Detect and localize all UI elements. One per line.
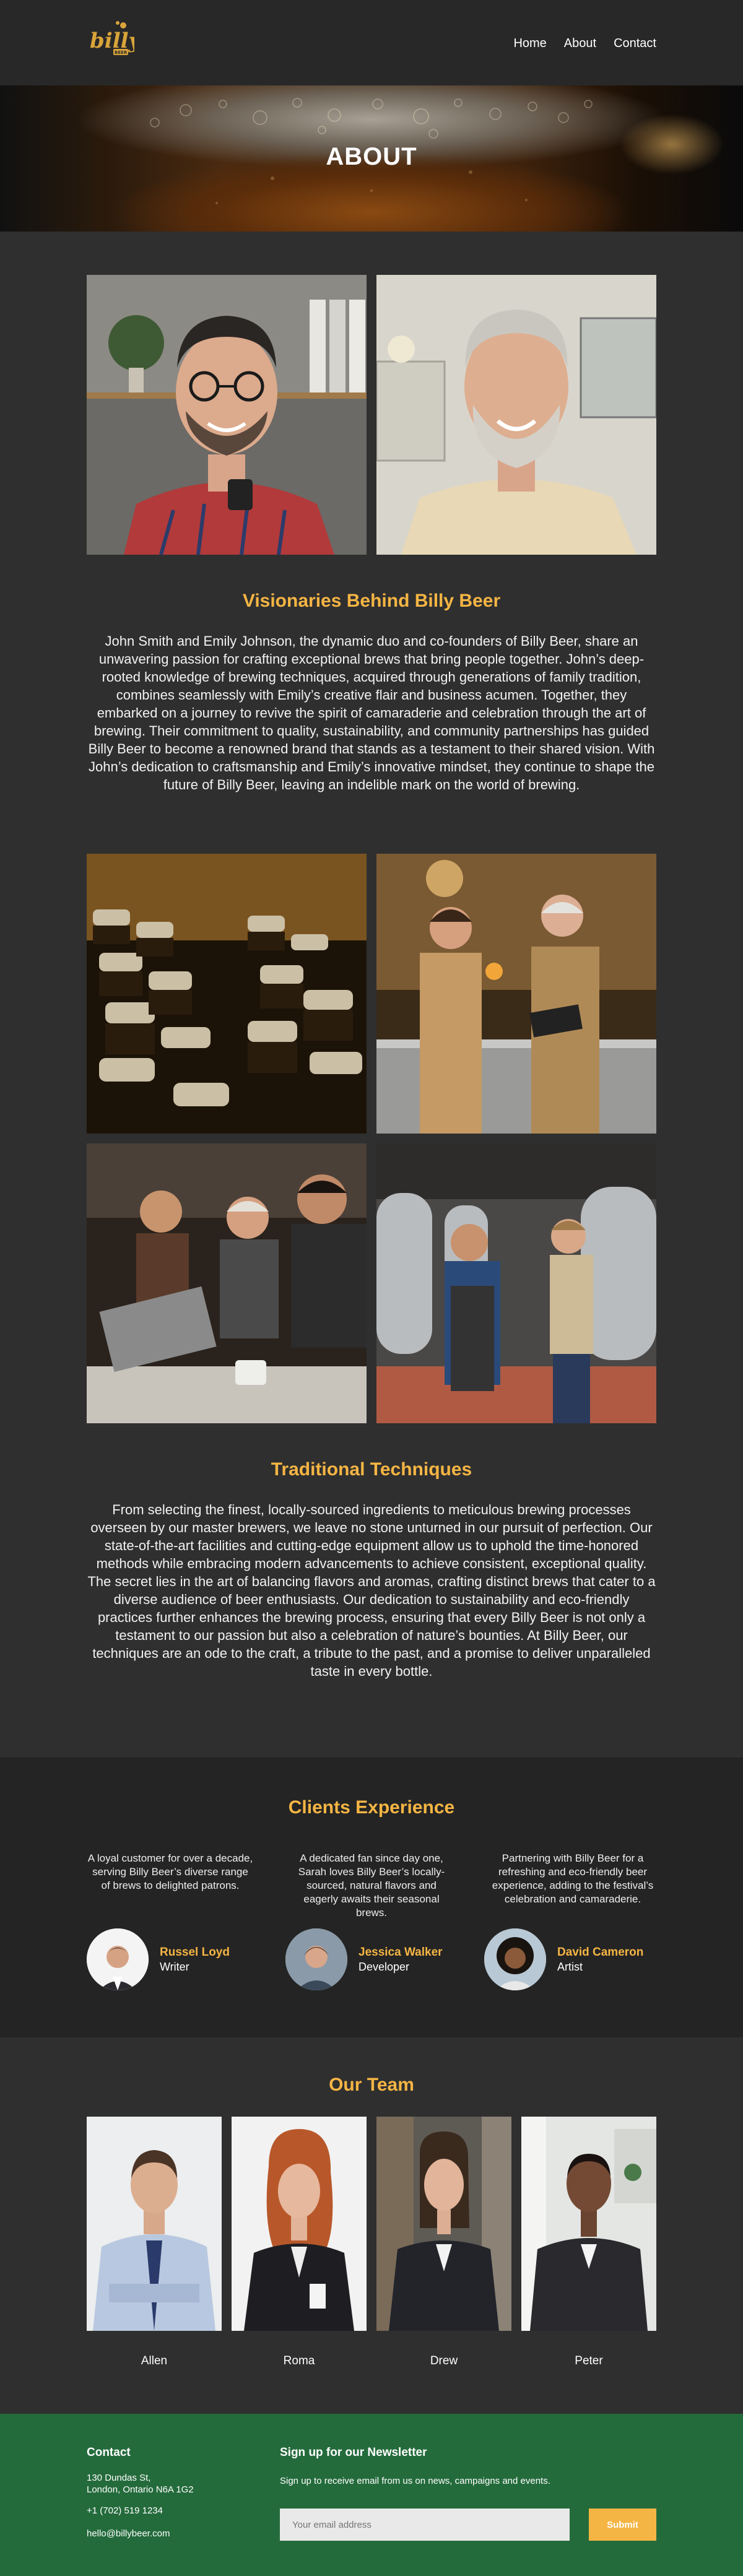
team-photo-allen [87, 2117, 222, 2331]
visionaries-heading: Visionaries Behind Billy Beer [242, 591, 501, 611]
nav-contact[interactable]: Contact [614, 37, 656, 51]
brewers-tasting-photo [376, 854, 656, 1134]
team-heading: Our Team [329, 2075, 414, 2095]
newsletter-submit-button[interactable]: Submit [589, 2509, 656, 2541]
brewery-workers-photo [376, 1143, 656, 1423]
client-name: Russel Loyd [160, 1945, 230, 1959]
avatar [285, 1928, 347, 1990]
team-member-name: Allen [141, 2354, 168, 2367]
founder-john-photo [87, 275, 367, 555]
techniques-text: From selecting the finest, locally-sourc… [87, 1502, 656, 1679]
hero-banner: ABOUT [0, 85, 743, 232]
team-photo-roma [232, 2117, 367, 2331]
phone-number[interactable]: +1 (702) 519 1234 [87, 2505, 163, 2517]
newsletter-email-input[interactable] [280, 2509, 570, 2541]
team-photo-drew [376, 2117, 511, 2331]
site-header: billy BEER Home About Contact [0, 0, 743, 85]
client-role: Developer [358, 1960, 410, 1973]
client-card: A loyal customer for over a decade, serv… [87, 1852, 254, 1893]
main-nav: Home About Contact [513, 37, 656, 51]
client-quote: A dedicated fan since day one, Sarah lov… [298, 1852, 445, 1919]
team-meeting-photo [87, 1143, 367, 1423]
email-link[interactable]: hello@billybeer.com [87, 2528, 170, 2539]
team-member-name: Roma [283, 2354, 315, 2367]
newsletter-heading: Sign up for our Newsletter [280, 2446, 427, 2459]
client-profile: Jessica Walker Developer [285, 1928, 443, 1990]
client-role: Writer [160, 1960, 189, 1973]
avatar [87, 1928, 149, 1990]
team-member-name: Drew [430, 2354, 458, 2367]
client-name: Jessica Walker [358, 1945, 443, 1959]
site-footer: Contact 130 Dundas St, London, Ontario N… [0, 2414, 743, 2576]
nav-about[interactable]: About [564, 37, 596, 51]
client-name: David Cameron [557, 1945, 644, 1959]
nav-home[interactable]: Home [513, 37, 546, 51]
client-role: Artist [557, 1960, 583, 1973]
beer-bottles-photo [87, 854, 367, 1134]
team-photo-peter [521, 2117, 656, 2331]
client-quote: Partnering with Billy Beer for a refresh… [492, 1852, 654, 1905]
team-member-name: Peter [575, 2354, 603, 2367]
address-line-1: 130 Dundas St, [87, 2473, 151, 2483]
client-profile: David Cameron Artist [484, 1928, 643, 1990]
client-card: Partnering with Billy Beer for a refresh… [489, 1852, 656, 1906]
visionaries-text: John Smith and Emily Johnson, the dynami… [88, 633, 655, 792]
contact-heading: Contact [87, 2446, 131, 2459]
billy-beer-logo[interactable]: billy BEER [87, 18, 134, 67]
clients-section: Clients Experience A loyal customer for … [0, 1758, 743, 2037]
founder-emily-photo [376, 275, 656, 555]
client-quote: A loyal customer for over a decade, serv… [87, 1852, 253, 1891]
about-section: Visionaries Behind Billy Beer John Smith… [0, 232, 743, 1758]
clients-heading: Clients Experience [288, 1797, 455, 1818]
team-section: Our Team Allen Roma Drew Peter [0, 2037, 743, 2414]
techniques-heading: Traditional Techniques [271, 1459, 472, 1480]
client-profile: Russel Loyd Writer [87, 1928, 230, 1990]
page-title: ABOUT [326, 143, 417, 170]
client-card: A dedicated fan since day one, Sarah lov… [288, 1852, 455, 1920]
newsletter-description: Sign up to receive email from us on news… [280, 2476, 550, 2486]
address-line-2: London, Ontario N6A 1G2 [87, 2484, 194, 2495]
logo-subtext: BEER [115, 50, 128, 55]
avatar [484, 1928, 546, 1990]
